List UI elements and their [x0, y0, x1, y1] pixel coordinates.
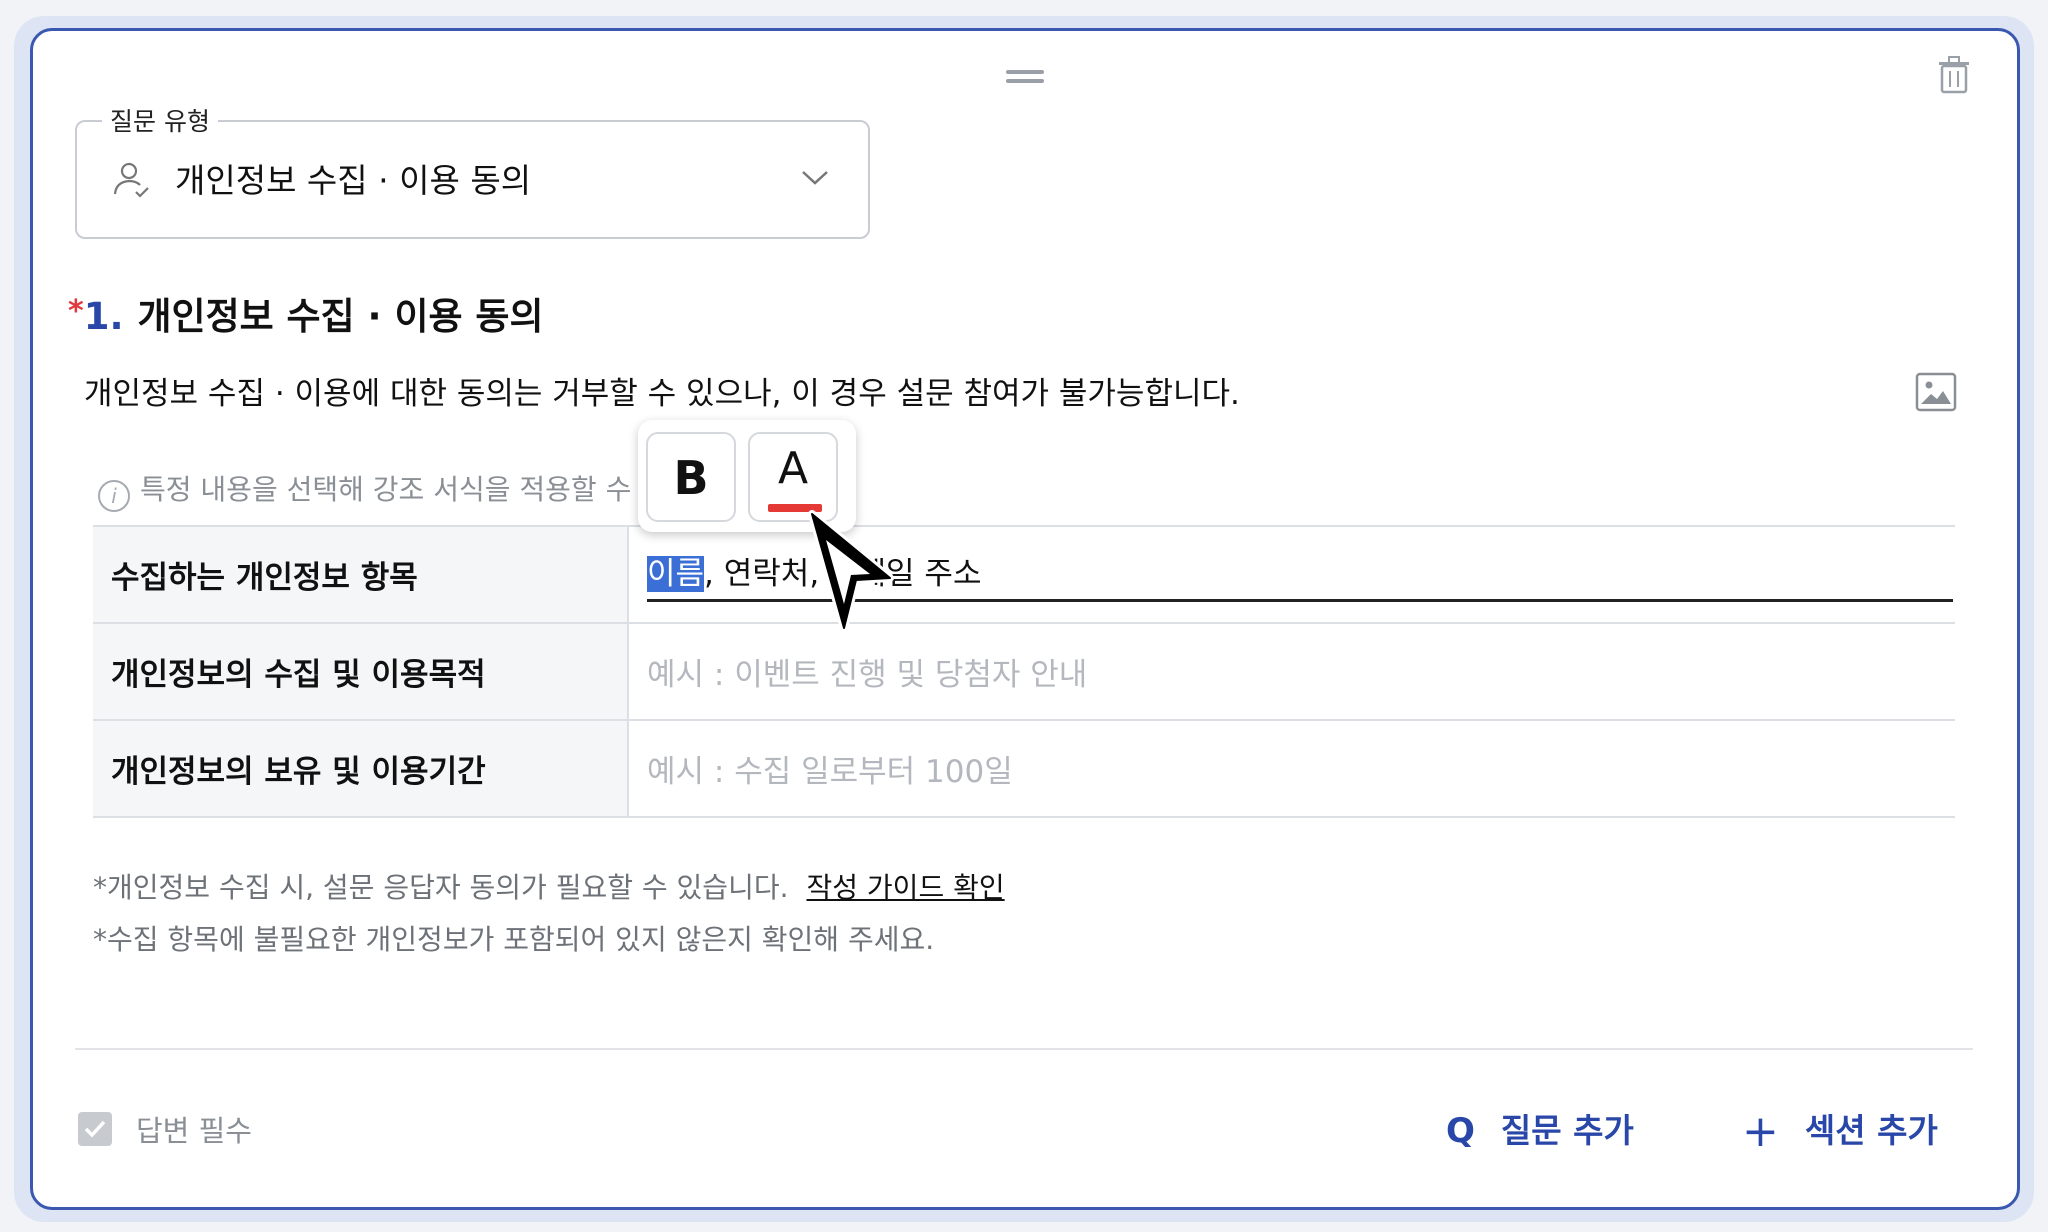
privacy-info-table: 수집하는 개인정보 항목 이름, 연락처, 이메일 주소 개인정보의 수집 및 …	[93, 525, 1955, 818]
add-question-label: 질문 추가	[1500, 1111, 1634, 1150]
trash-icon[interactable]	[1938, 56, 1970, 94]
image-icon[interactable]	[1915, 372, 1957, 412]
table-row: 개인정보의 보유 및 이용기간 예시 : 수집 일로부터 100일	[93, 719, 1955, 818]
add-question-button[interactable]: Q 질문 추가	[1446, 1104, 1634, 1152]
question-description[interactable]: 개인정보 수집 · 이용에 대한 동의는 거부할 수 있으나, 이 경우 설문 …	[84, 368, 1240, 413]
consent-note: *개인정보 수집 시, 설문 응답자 동의가 필요할 수 있습니다. 작성 가이드…	[93, 866, 1005, 906]
selected-text: 이름	[647, 555, 705, 592]
writing-guide-link[interactable]: 작성 가이드 확인	[807, 871, 1005, 904]
retention-period-input[interactable]: 예시 : 수집 일로부터 100일	[628, 719, 1955, 818]
question-icon: Q	[1446, 1111, 1475, 1151]
question-type-legend: 질문 유형	[102, 102, 218, 138]
row-label: 수집하는 개인정보 항목	[93, 525, 629, 624]
row-label: 개인정보의 보유 및 이용기간	[93, 719, 629, 818]
required-checkbox[interactable]	[78, 1112, 112, 1146]
unnecessary-info-note: *수집 항목에 불필요한 개인정보가 포함되어 있지 않은지 확인해 주세요.	[93, 923, 935, 956]
table-row: 개인정보의 수집 및 이용목적 예시 : 이벤트 진행 및 당첨자 안내	[93, 622, 1955, 721]
add-section-label: 섹션 추가	[1804, 1111, 1938, 1150]
format-hint-text: 특정 내용을 선택해 강조 서식을 적용할 수	[140, 473, 632, 506]
question-number: 1.	[83, 295, 124, 338]
format-hint: i 특정 내용을 선택해 강조 서식을 적용할 수	[98, 468, 638, 512]
question-title[interactable]: *1. 개인정보 수집 · 이용 동의	[68, 286, 544, 340]
text-color-button[interactable]: A	[748, 432, 838, 522]
question-title-text: 개인정보 수집 · 이용 동의	[137, 295, 544, 338]
required-label: 답변 필수	[136, 1114, 252, 1148]
question-type-value: 개인정보 수집 · 이용 동의	[175, 161, 532, 200]
consent-note-text: *개인정보 수집 시, 설문 응답자 동의가 필요할 수 있습니다.	[93, 871, 789, 904]
table-row: 수집하는 개인정보 항목 이름, 연락처, 이메일 주소	[93, 525, 1955, 624]
required-mark: *	[68, 294, 84, 329]
text-color-label: A	[777, 443, 809, 494]
plus-icon: +	[1742, 1106, 1779, 1157]
chevron-down-icon[interactable]	[800, 168, 830, 188]
drag-handle-icon[interactable]	[1006, 70, 1044, 84]
row-label: 개인정보의 수집 및 이용목적	[93, 622, 629, 721]
add-section-button[interactable]: + 섹션 추가	[1742, 1104, 1938, 1157]
info-icon: i	[98, 480, 130, 512]
mouse-cursor-icon	[808, 510, 898, 640]
divider	[75, 1048, 1973, 1050]
person-check-icon	[112, 160, 152, 200]
bold-button[interactable]: B	[646, 432, 736, 522]
